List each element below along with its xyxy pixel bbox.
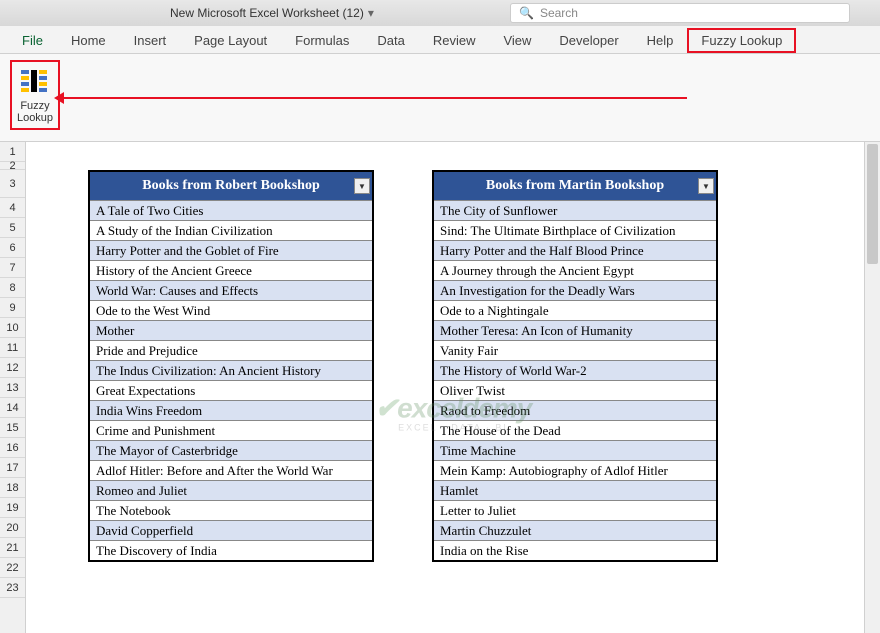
title-dropdown-icon[interactable]: ▾ <box>368 6 374 20</box>
table-header: Books from Martin Bookshop ▼ <box>434 172 716 200</box>
table-header-text: Books from Martin Bookshop <box>486 178 664 194</box>
sheet-area: 1 2 3 4 5 6 7 8 9 10 11 12 13 14 15 16 1… <box>0 142 880 633</box>
grid-content[interactable]: Books from Robert Bookshop ▼ A Tale of T… <box>26 142 880 633</box>
table-row[interactable]: Crime and Punishment <box>90 420 372 440</box>
table-robert-bookshop: Books from Robert Bookshop ▼ A Tale of T… <box>88 170 374 562</box>
table-header-text: Books from Robert Bookshop <box>142 178 320 194</box>
table-row[interactable]: A Tale of Two Cities <box>90 200 372 220</box>
tab-home[interactable]: Home <box>57 28 120 53</box>
table-row[interactable]: A Journey through the Ancient Egypt <box>434 260 716 280</box>
table-row[interactable]: Pride and Prejudice <box>90 340 372 360</box>
tab-insert[interactable]: Insert <box>120 28 181 53</box>
table-row[interactable]: The City of Sunflower <box>434 200 716 220</box>
row-header[interactable]: 5 <box>0 218 25 238</box>
table-row[interactable]: David Copperfield <box>90 520 372 540</box>
table-row[interactable]: Martin Chuzzulet <box>434 520 716 540</box>
filter-dropdown-icon[interactable]: ▼ <box>698 178 714 194</box>
table-row[interactable]: A Study of the Indian Civilization <box>90 220 372 240</box>
table-row[interactable]: Vanity Fair <box>434 340 716 360</box>
tab-file[interactable]: File <box>8 28 57 53</box>
row-header[interactable]: 3 <box>0 170 25 198</box>
vertical-scrollbar[interactable] <box>864 142 880 633</box>
table-row[interactable]: India on the Rise <box>434 540 716 560</box>
table-row[interactable]: Great Expectations <box>90 380 372 400</box>
row-header[interactable]: 22 <box>0 558 25 578</box>
tab-page-layout[interactable]: Page Layout <box>180 28 281 53</box>
row-headers: 1 2 3 4 5 6 7 8 9 10 11 12 13 14 15 16 1… <box>0 142 26 633</box>
annotation-arrow <box>62 97 687 99</box>
title-bar: New Microsoft Excel Worksheet (12) ▾ 🔍 S… <box>0 0 880 26</box>
row-header[interactable]: 7 <box>0 258 25 278</box>
row-header[interactable]: 16 <box>0 438 25 458</box>
row-header[interactable]: 19 <box>0 498 25 518</box>
table-row[interactable]: Mein Kamp: Autobiography of Adlof Hitler <box>434 460 716 480</box>
tab-formulas[interactable]: Formulas <box>281 28 363 53</box>
table-row[interactable]: World War: Causes and Effects <box>90 280 372 300</box>
row-header[interactable]: 15 <box>0 418 25 438</box>
tab-data[interactable]: Data <box>363 28 418 53</box>
fuzzy-lookup-button[interactable]: FuzzyLookup <box>10 60 60 130</box>
row-header[interactable]: 14 <box>0 398 25 418</box>
table-row[interactable]: Harry Potter and the Half Blood Prince <box>434 240 716 260</box>
tab-fuzzy-lookup[interactable]: Fuzzy Lookup <box>687 28 796 53</box>
row-header[interactable]: 11 <box>0 338 25 358</box>
table-row[interactable]: The Indus Civilization: An Ancient Histo… <box>90 360 372 380</box>
tab-help[interactable]: Help <box>633 28 688 53</box>
table-row[interactable]: Time Machine <box>434 440 716 460</box>
row-header[interactable]: 12 <box>0 358 25 378</box>
table-row[interactable]: Mother Teresa: An Icon of Humanity <box>434 320 716 340</box>
row-header[interactable]: 2 <box>0 162 25 170</box>
search-icon: 🔍 <box>519 6 534 20</box>
row-header[interactable]: 23 <box>0 578 25 598</box>
row-header[interactable]: 4 <box>0 198 25 218</box>
table-row[interactable]: The History of World War-2 <box>434 360 716 380</box>
table-row[interactable]: The House of the Dead <box>434 420 716 440</box>
row-header[interactable]: 8 <box>0 278 25 298</box>
table-row[interactable]: History of the Ancient Greece <box>90 260 372 280</box>
table-row[interactable]: Letter to Juliet <box>434 500 716 520</box>
table-row[interactable]: Raod to Freedom <box>434 400 716 420</box>
search-placeholder: Search <box>540 6 578 20</box>
table-row[interactable]: The Notebook <box>90 500 372 520</box>
row-header[interactable]: 21 <box>0 538 25 558</box>
table-martin-bookshop: Books from Martin Bookshop ▼ The City of… <box>432 170 718 562</box>
table-row[interactable]: India Wins Freedom <box>90 400 372 420</box>
table-row[interactable]: The Discovery of India <box>90 540 372 560</box>
table-row[interactable]: Mother <box>90 320 372 340</box>
table-row[interactable]: Oliver Twist <box>434 380 716 400</box>
row-header[interactable]: 17 <box>0 458 25 478</box>
row-header[interactable]: 10 <box>0 318 25 338</box>
table-row[interactable]: Ode to a Nightingale <box>434 300 716 320</box>
table-row[interactable]: An Investigation for the Deadly Wars <box>434 280 716 300</box>
tab-review[interactable]: Review <box>419 28 490 53</box>
table-row[interactable]: Romeo and Juliet <box>90 480 372 500</box>
table-row[interactable]: Adlof Hitler: Before and After the World… <box>90 460 372 480</box>
row-header[interactable]: 20 <box>0 518 25 538</box>
table-row[interactable]: Ode to the West Wind <box>90 300 372 320</box>
fuzzy-lookup-label: FuzzyLookup <box>17 100 53 124</box>
filter-dropdown-icon[interactable]: ▼ <box>354 178 370 194</box>
table-row[interactable]: The Mayor of Casterbridge <box>90 440 372 460</box>
ribbon-tabs: File Home Insert Page Layout Formulas Da… <box>0 26 880 54</box>
search-box[interactable]: 🔍 Search <box>510 3 850 23</box>
row-header[interactable]: 18 <box>0 478 25 498</box>
fuzzy-lookup-icon <box>19 66 51 98</box>
document-title: New Microsoft Excel Worksheet (12) <box>170 6 364 20</box>
row-header[interactable]: 6 <box>0 238 25 258</box>
table-row[interactable]: Hamlet <box>434 480 716 500</box>
table-row[interactable]: Sind: The Ultimate Birthplace of Civiliz… <box>434 220 716 240</box>
tab-developer[interactable]: Developer <box>545 28 632 53</box>
row-header[interactable]: 13 <box>0 378 25 398</box>
tab-view[interactable]: View <box>489 28 545 53</box>
table-row[interactable]: Harry Potter and the Goblet of Fire <box>90 240 372 260</box>
row-header[interactable]: 9 <box>0 298 25 318</box>
table-header: Books from Robert Bookshop ▼ <box>90 172 372 200</box>
